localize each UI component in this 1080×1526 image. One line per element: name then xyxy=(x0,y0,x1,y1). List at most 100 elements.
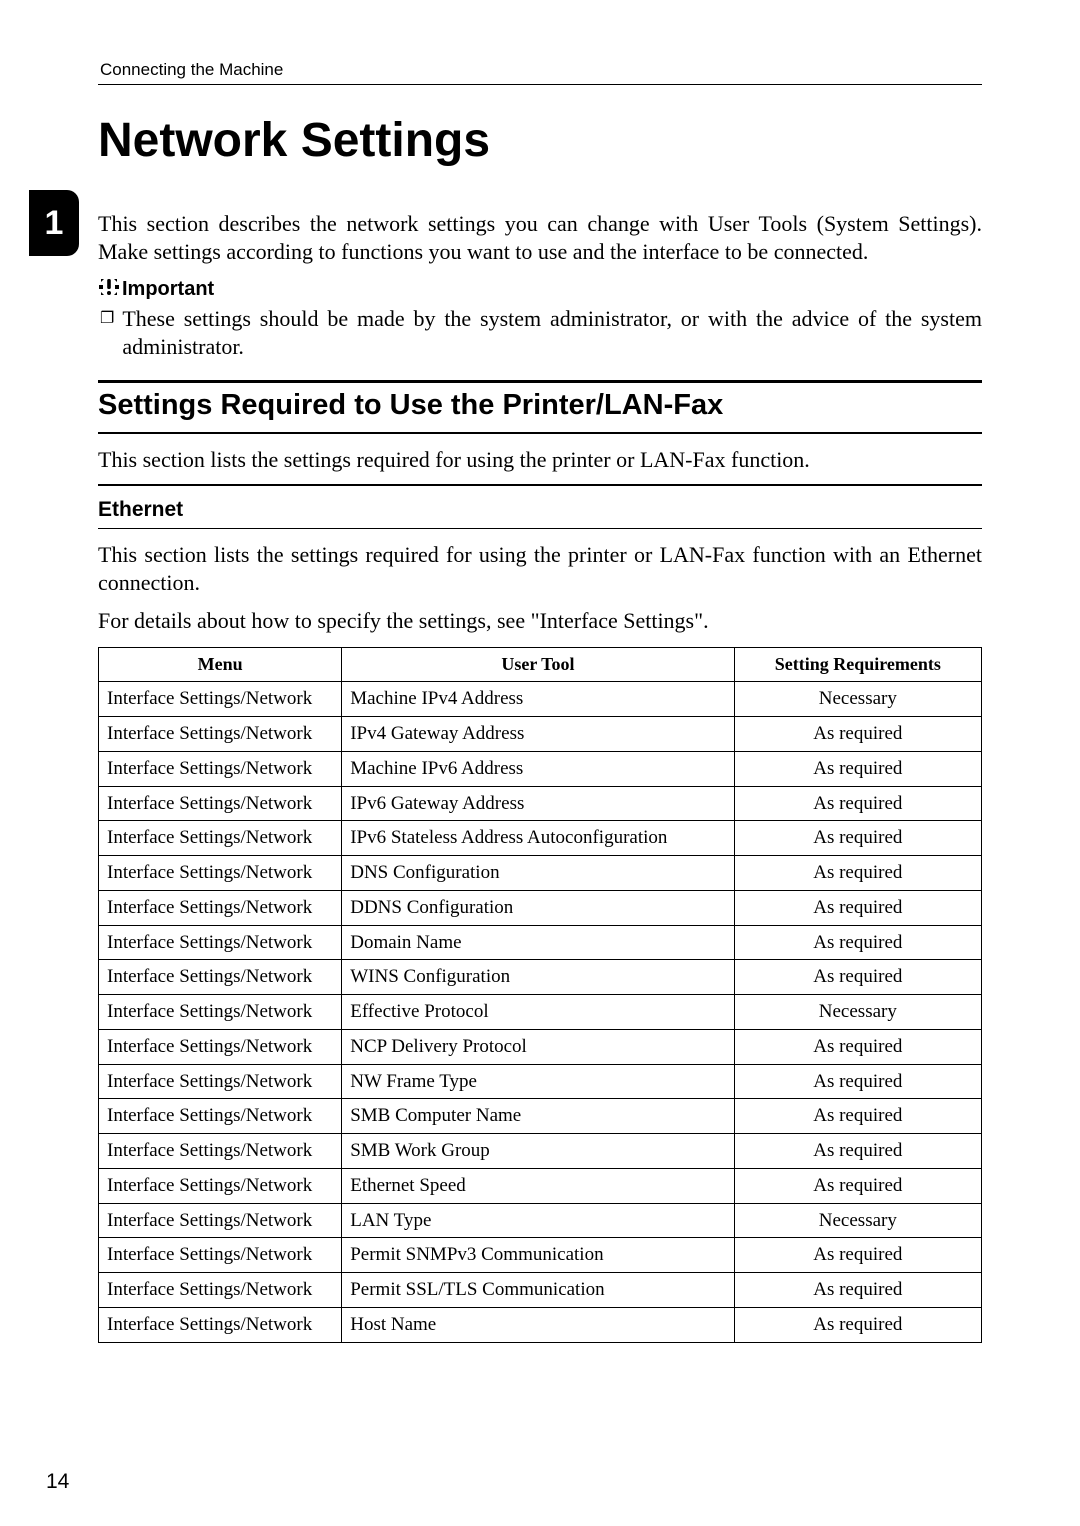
section-heading: Settings Required to Use the Printer/LAN… xyxy=(98,389,982,422)
page-number: 14 xyxy=(46,1470,69,1494)
cell-menu: Interface Settings/Network xyxy=(99,856,342,891)
cell-user-tool: Effective Protocol xyxy=(342,995,734,1030)
section-rule-bottom xyxy=(98,432,982,434)
cell-user-tool: Permit SSL/TLS Communication xyxy=(342,1273,734,1308)
subsection-paragraph-2: For details about how to specify the set… xyxy=(98,607,982,635)
cell-requirement: As required xyxy=(734,786,981,821)
cell-user-tool: LAN Type xyxy=(342,1203,734,1238)
cell-requirement: As required xyxy=(734,1134,981,1169)
cell-user-tool: Ethernet Speed xyxy=(342,1168,734,1203)
cell-menu: Interface Settings/Network xyxy=(99,995,342,1030)
table-row: Interface Settings/NetworkNW Frame TypeA… xyxy=(99,1064,982,1099)
cell-requirement: As required xyxy=(734,1099,981,1134)
table-header-row: Menu User Tool Setting Requirements xyxy=(99,648,982,682)
table-row: Interface Settings/NetworkLAN TypeNecess… xyxy=(99,1203,982,1238)
table-row: Interface Settings/NetworkDDNS Configura… xyxy=(99,890,982,925)
important-bullet: ❐ These settings should be made by the s… xyxy=(100,305,982,361)
subsection-rule-top xyxy=(98,484,982,486)
settings-table: Menu User Tool Setting Requirements Inte… xyxy=(98,647,982,1342)
cell-user-tool: NW Frame Type xyxy=(342,1064,734,1099)
cell-menu: Interface Settings/Network xyxy=(99,925,342,960)
table-row: Interface Settings/NetworkWINS Configura… xyxy=(99,960,982,995)
cell-requirement: As required xyxy=(734,1029,981,1064)
cell-user-tool: DNS Configuration xyxy=(342,856,734,891)
important-icon xyxy=(98,276,120,303)
cell-user-tool: IPv6 Stateless Address Autoconfiguration xyxy=(342,821,734,856)
subsection-heading: Ethernet xyxy=(98,498,982,522)
table-row: Interface Settings/NetworkPermit SNMPv3 … xyxy=(99,1238,982,1273)
cell-user-tool: Permit SNMPv3 Communication xyxy=(342,1238,734,1273)
cell-menu: Interface Settings/Network xyxy=(99,960,342,995)
table-row: Interface Settings/NetworkSMB Work Group… xyxy=(99,1134,982,1169)
cell-menu: Interface Settings/Network xyxy=(99,1273,342,1308)
subsection-rule-bottom xyxy=(98,528,982,529)
page-title: Network Settings xyxy=(98,113,982,168)
cell-user-tool: Host Name xyxy=(342,1307,734,1342)
cell-user-tool: SMB Computer Name xyxy=(342,1099,734,1134)
cell-menu: Interface Settings/Network xyxy=(99,1099,342,1134)
cell-menu: Interface Settings/Network xyxy=(99,1238,342,1273)
table-row: Interface Settings/NetworkEthernet Speed… xyxy=(99,1168,982,1203)
cell-user-tool: Machine IPv6 Address xyxy=(342,751,734,786)
cell-user-tool: NCP Delivery Protocol xyxy=(342,1029,734,1064)
cell-requirement: Necessary xyxy=(734,995,981,1030)
table-header-menu: Menu xyxy=(99,648,342,682)
header-rule xyxy=(98,84,982,85)
table-row: Interface Settings/NetworkHost NameAs re… xyxy=(99,1307,982,1342)
running-head: Connecting the Machine xyxy=(98,60,982,80)
cell-menu: Interface Settings/Network xyxy=(99,682,342,717)
cell-requirement: As required xyxy=(734,1238,981,1273)
table-row: Interface Settings/NetworkMachine IPv4 A… xyxy=(99,682,982,717)
page-body: Connecting the Machine Network Settings … xyxy=(0,0,1080,1383)
table-row: Interface Settings/NetworkNCP Delivery P… xyxy=(99,1029,982,1064)
cell-menu: Interface Settings/Network xyxy=(99,1307,342,1342)
table-header-tool: User Tool xyxy=(342,648,734,682)
cell-requirement: As required xyxy=(734,890,981,925)
section-rule-top xyxy=(98,380,982,383)
important-callout: Important xyxy=(98,276,982,303)
cell-user-tool: Machine IPv4 Address xyxy=(342,682,734,717)
cell-menu: Interface Settings/Network xyxy=(99,786,342,821)
cell-requirement: As required xyxy=(734,821,981,856)
cell-user-tool: IPv6 Gateway Address xyxy=(342,786,734,821)
cell-requirement: As required xyxy=(734,1307,981,1342)
subsection-paragraph-1: This section lists the settings required… xyxy=(98,541,982,597)
cell-requirement: As required xyxy=(734,751,981,786)
cell-user-tool: Domain Name xyxy=(342,925,734,960)
cell-menu: Interface Settings/Network xyxy=(99,1203,342,1238)
cell-user-tool: DDNS Configuration xyxy=(342,890,734,925)
table-row: Interface Settings/NetworkDNS Configurat… xyxy=(99,856,982,891)
cell-menu: Interface Settings/Network xyxy=(99,890,342,925)
table-row: Interface Settings/NetworkMachine IPv6 A… xyxy=(99,751,982,786)
cell-user-tool: SMB Work Group xyxy=(342,1134,734,1169)
table-row: Interface Settings/NetworkSMB Computer N… xyxy=(99,1099,982,1134)
section-intro: This section lists the settings required… xyxy=(98,446,982,474)
cell-requirement: As required xyxy=(734,1168,981,1203)
table-row: Interface Settings/NetworkDomain NameAs … xyxy=(99,925,982,960)
cell-requirement: As required xyxy=(734,925,981,960)
table-row: Interface Settings/NetworkEffective Prot… xyxy=(99,995,982,1030)
cell-user-tool: IPv4 Gateway Address xyxy=(342,717,734,752)
cell-menu: Interface Settings/Network xyxy=(99,821,342,856)
table-row: Interface Settings/NetworkPermit SSL/TLS… xyxy=(99,1273,982,1308)
cell-requirement: As required xyxy=(734,717,981,752)
cell-menu: Interface Settings/Network xyxy=(99,751,342,786)
cell-menu: Interface Settings/Network xyxy=(99,1029,342,1064)
cell-requirement: Necessary xyxy=(734,682,981,717)
table-row: Interface Settings/NetworkIPv6 Gateway A… xyxy=(99,786,982,821)
cell-requirement: As required xyxy=(734,1064,981,1099)
cell-menu: Interface Settings/Network xyxy=(99,1064,342,1099)
intro-paragraph: This section describes the network setti… xyxy=(98,210,982,266)
cell-requirement: Necessary xyxy=(734,1203,981,1238)
cell-menu: Interface Settings/Network xyxy=(99,717,342,752)
cell-requirement: As required xyxy=(734,856,981,891)
cell-menu: Interface Settings/Network xyxy=(99,1168,342,1203)
table-row: Interface Settings/NetworkIPv4 Gateway A… xyxy=(99,717,982,752)
bullet-icon: ❐ xyxy=(100,305,114,333)
cell-requirement: As required xyxy=(734,1273,981,1308)
important-bullet-text: These settings should be made by the sys… xyxy=(122,305,982,361)
important-label: Important xyxy=(122,278,214,301)
cell-user-tool: WINS Configuration xyxy=(342,960,734,995)
cell-menu: Interface Settings/Network xyxy=(99,1134,342,1169)
cell-requirement: As required xyxy=(734,960,981,995)
